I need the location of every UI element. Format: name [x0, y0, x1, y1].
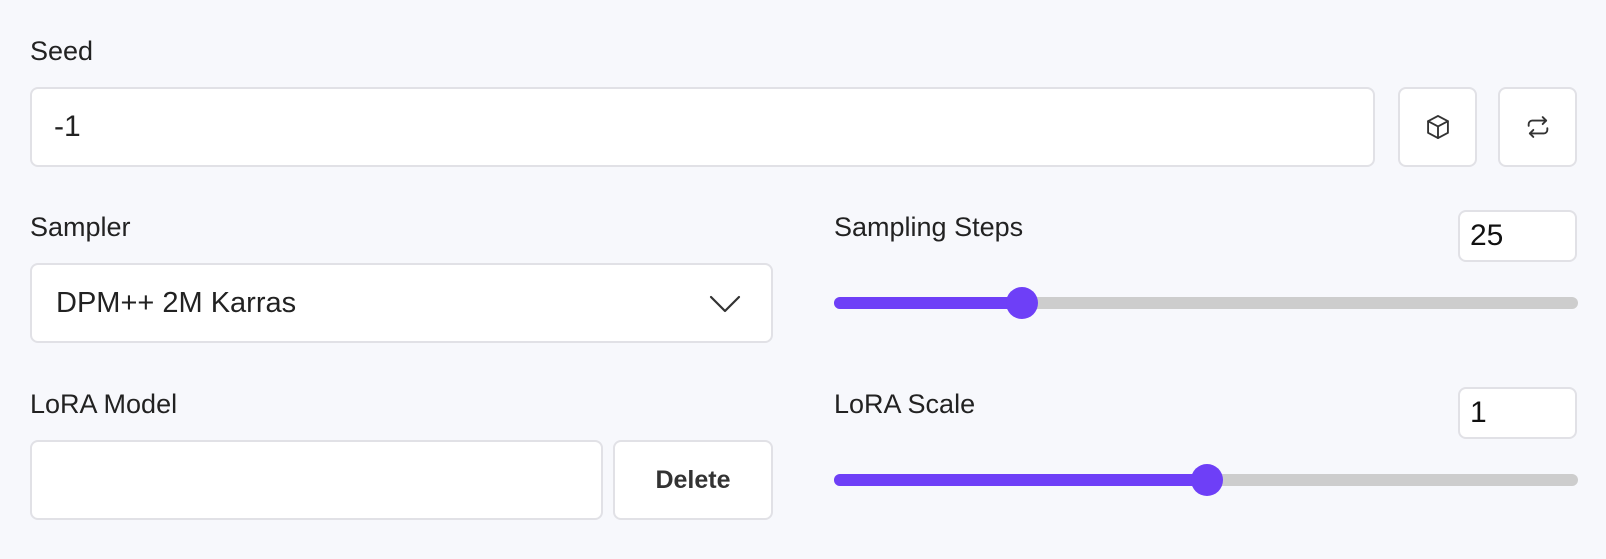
sampling-steps-slider-thumb[interactable] — [1006, 287, 1039, 319]
lora-scale-number-input[interactable] — [1458, 387, 1577, 439]
sampling-steps-label: Sampling Steps — [834, 212, 1024, 242]
lora-scale-slider[interactable] — [834, 464, 1578, 496]
reuse-seed-button[interactable] — [1498, 87, 1577, 167]
lora-scale-slider-fill — [834, 474, 1208, 486]
lora-scale-label: LoRA Scale — [834, 389, 976, 419]
sampling-steps-slider-fill — [834, 297, 1023, 309]
seed-label: Seed — [30, 36, 94, 66]
sampler-label: Sampler — [30, 212, 131, 242]
random-seed-button[interactable] — [1398, 87, 1477, 167]
sampling-steps-slider[interactable] — [834, 287, 1578, 319]
sampler-select[interactable]: DPM++ 2M Karras — [30, 263, 773, 343]
chevron-down-icon — [709, 295, 741, 313]
lora-model-label: LoRA Model — [30, 389, 178, 419]
delete-button[interactable]: Delete — [613, 440, 773, 520]
recycle-icon — [1527, 116, 1548, 138]
seed-input[interactable] — [30, 87, 1375, 167]
sampler-selected-value: DPM++ 2M Karras — [56, 286, 297, 319]
lora-model-input[interactable] — [30, 440, 603, 520]
lora-scale-slider-thumb[interactable] — [1191, 464, 1224, 496]
sampling-steps-number-input[interactable] — [1458, 210, 1577, 262]
cube-icon — [1426, 114, 1449, 140]
